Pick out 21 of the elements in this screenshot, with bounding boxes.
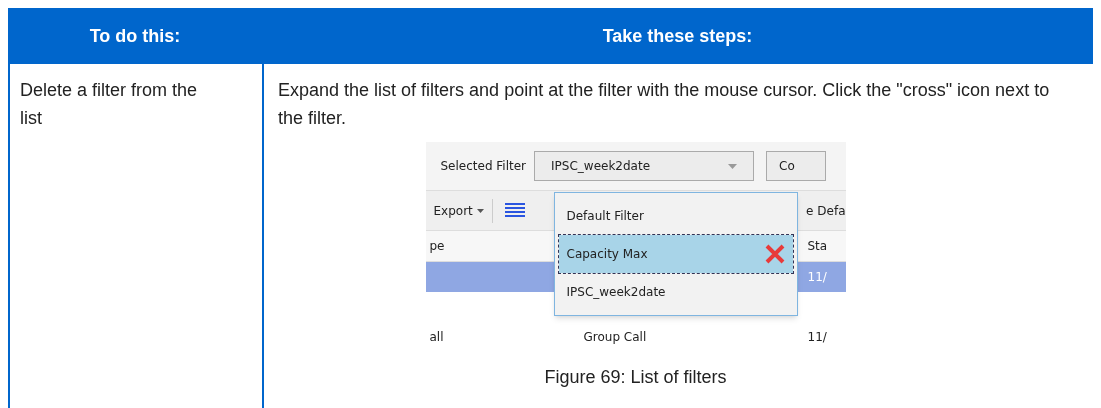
filter-dropdown[interactable]: IPSC_week2date	[534, 151, 755, 181]
steps-text: Expand the list of filters and point at the filter with the mouse cursor. Click the "cross" icon next to the filter.	[278, 79, 1051, 130]
figure-caption: Figure 69: List of filters	[544, 366, 727, 389]
grid-cell: 11/	[807, 330, 827, 344]
grid-cell: 11/	[807, 270, 827, 284]
filter-menu-item[interactable]: Capacity Max	[558, 235, 793, 273]
caret-icon	[728, 163, 738, 169]
grid-cell: Group Call	[583, 330, 647, 344]
caret-icon	[476, 208, 484, 213]
toolbar-text: e Defa	[806, 202, 846, 220]
column-header: Take these steps:	[602, 24, 753, 48]
column-header: To do this:	[89, 24, 181, 48]
list-icon[interactable]	[504, 202, 525, 219]
filter-label: Selected Filter	[440, 158, 527, 175]
close-icon[interactable]	[764, 244, 785, 264]
grid-cell: all	[429, 330, 444, 344]
side-button[interactable]: Co	[766, 151, 827, 181]
task-text: Delete a filter from the list	[20, 80, 198, 128]
export-button[interactable]: Export	[425, 196, 492, 225]
filter-menu-item[interactable]: Default Filter	[558, 197, 793, 235]
column-header: Sta	[806, 238, 828, 255]
